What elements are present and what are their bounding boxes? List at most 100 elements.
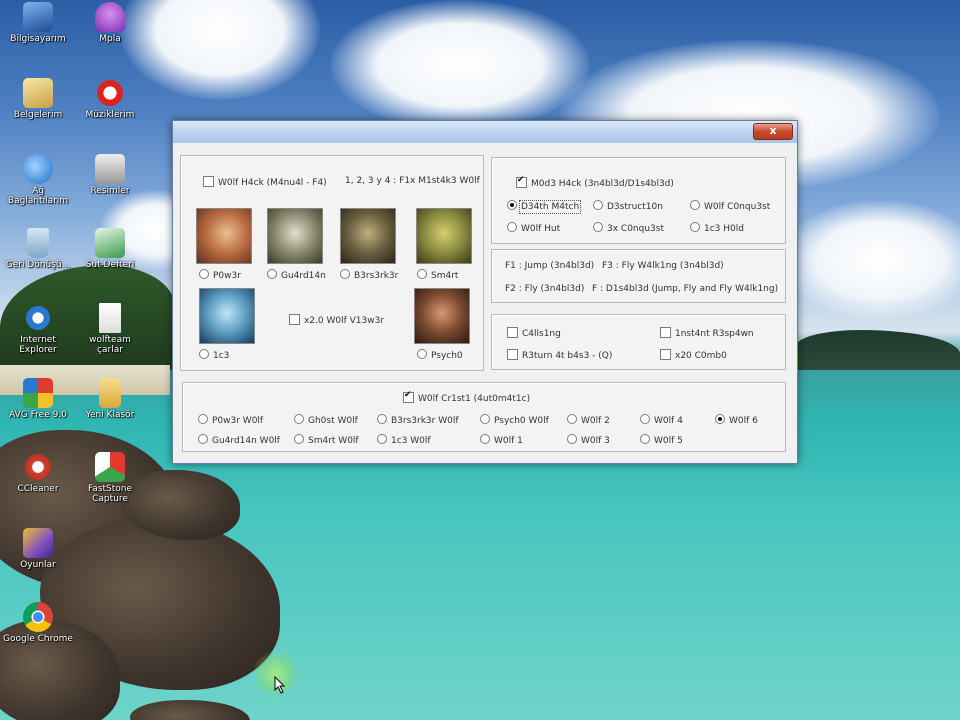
critical-ice-wolf-radio[interactable]: 1c3 W0lf [377, 434, 431, 446]
radio-dot[interactable] [480, 414, 490, 424]
critical-guardian-wolf-radio[interactable]: Gu4rd14n W0lf [198, 434, 280, 446]
critical-wolf-4-radio[interactable]: W0lf 4 [640, 414, 683, 426]
return-base-checkbox[interactable]: R3turn 4t b4s3 - (Q) [507, 349, 612, 361]
checkbox-box[interactable] [289, 314, 300, 325]
radio-dot[interactable] [377, 434, 387, 444]
radio-dot[interactable] [507, 200, 517, 210]
radio-dot[interactable] [567, 434, 577, 444]
mode-3x-conquest-radio[interactable]: 3x C0nqu3st [593, 222, 664, 234]
radio-dot[interactable] [199, 349, 209, 359]
desktop-icon-documents[interactable]: Belgelerim [3, 78, 73, 120]
mode-wolf-hut-radio[interactable]: W0lf Hut [507, 222, 560, 234]
close-button[interactable]: x [753, 123, 793, 140]
mode-death-match-radio[interactable]: D34th M4tch [507, 200, 582, 214]
instant-respawn-checkbox[interactable]: 1nst4nt R3sp4wn [660, 327, 754, 339]
desktop-icon-music[interactable]: Müziklerim [75, 78, 145, 120]
b3rs3rk3r-wolf-portrait[interactable] [340, 208, 396, 264]
b3rs3rk3r-radio[interactable]: B3rs3rk3r [340, 269, 398, 281]
radio-dot[interactable] [377, 414, 387, 424]
mode-destruction-radio[interactable]: D3struct10n [593, 200, 663, 212]
desktop-icon-faststone[interactable]: FastStone Capture [75, 452, 145, 504]
psych0-radio[interactable]: Psych0 [417, 349, 463, 361]
critical-ghost-wolf-radio[interactable]: Gh0st W0lf [294, 414, 358, 426]
gu4rd14n-wolf-portrait[interactable] [267, 208, 323, 264]
critical-power-wolf-radio[interactable]: P0w3r W0lf [198, 414, 263, 426]
sm4rt-radio[interactable]: Sm4rt [417, 269, 458, 281]
p0w3r-radio[interactable]: P0w3r [199, 269, 241, 281]
mode-hack-checkbox[interactable]: M0d3 H4ck (3n4bl3d/D1s4bl3d) [516, 175, 674, 189]
checkbox-box[interactable] [507, 327, 518, 338]
desktop-icon-notebook[interactable]: Sut Defteri [75, 228, 145, 270]
radio-dot[interactable] [294, 434, 304, 444]
desktop-icon-games[interactable]: Oyunlar [3, 528, 73, 570]
checkbox-box[interactable] [660, 327, 671, 338]
desktop-icon-label: CCleaner [17, 484, 59, 494]
mode-wolf-conquest-radio[interactable]: W0lf C0nqu3st [690, 200, 770, 212]
desktop-icon-chrome[interactable]: Google Chrome [3, 602, 73, 644]
desktop-icon-internet-explorer[interactable]: Internet Explorer [3, 303, 73, 355]
desktop-icon-avg[interactable]: AVG Free 9.0 [3, 378, 73, 420]
radio-dot[interactable] [567, 414, 577, 424]
radio-dot[interactable] [715, 414, 725, 424]
checkbox-box[interactable] [660, 349, 671, 360]
extra-label: C4lls1ng [522, 329, 561, 339]
desktop-icon-wolfteam-file[interactable]: wolfteam çarlar [75, 303, 145, 355]
critical-wolf-6-radio[interactable]: W0lf 6 [715, 414, 758, 426]
critical-wolf-3-radio[interactable]: W0lf 3 [567, 434, 610, 446]
desktop-icon-recycle-bin[interactable]: Geri Dönüşü... [3, 228, 73, 270]
sm4rt-wolf-portrait[interactable] [416, 208, 472, 264]
window-titlebar[interactable]: x [173, 121, 797, 143]
critical-option-label: W0lf 4 [654, 416, 683, 426]
mode-label: D3struct10n [607, 202, 663, 212]
radio-dot[interactable] [690, 222, 700, 232]
mouse-cursor-icon [274, 676, 286, 694]
x20-combo-checkbox[interactable]: x20 C0mb0 [660, 349, 727, 361]
radio-dot[interactable] [198, 414, 208, 424]
text-file-icon [99, 303, 121, 333]
checkbox-box[interactable] [403, 390, 414, 403]
desktop-icon-pictures[interactable]: Resimler [75, 154, 145, 196]
wolf-viewer-checkbox[interactable]: x2.0 W0lf V13w3r [289, 314, 384, 326]
radio-dot[interactable] [640, 414, 650, 424]
gu4rd14n-radio[interactable]: Gu4rd14n [267, 269, 326, 281]
1c3-radio[interactable]: 1c3 [199, 349, 229, 361]
wolf-critical-checkbox[interactable]: W0lf Cr1st1 (4ut0m4t1c) [403, 390, 530, 404]
desktop-icon-new-folder[interactable]: Yeni Klasör [75, 378, 145, 420]
radio-dot[interactable] [593, 200, 603, 210]
critical-psycho-wolf-radio[interactable]: Psych0 W0lf [480, 414, 549, 426]
desktop-icon-network[interactable]: Ağ Bağlantılarım [3, 154, 73, 206]
radio-dot[interactable] [593, 222, 603, 232]
checkbox-box[interactable] [516, 175, 527, 188]
radio-dot[interactable] [198, 434, 208, 444]
radio-dot[interactable] [417, 269, 427, 279]
radio-dot[interactable] [640, 434, 650, 444]
1c3-wolf-portrait[interactable] [199, 288, 255, 344]
mode-ice-hold-radio[interactable]: 1c3 H0ld [690, 222, 744, 234]
mode-label: 3x C0nqu3st [607, 224, 664, 234]
desktop-icon-ccleaner[interactable]: CCleaner [3, 452, 73, 494]
critical-berserker-wolf-radio[interactable]: B3rs3rk3r W0lf [377, 414, 459, 426]
radio-dot[interactable] [690, 200, 700, 210]
radio-dot[interactable] [340, 269, 350, 279]
desktop-icon-mpla[interactable]: Mpla [75, 2, 145, 44]
portrait-label: P0w3r [213, 271, 241, 281]
p0w3r-wolf-portrait[interactable] [196, 208, 252, 264]
radio-dot[interactable] [480, 434, 490, 444]
critical-wolf-5-radio[interactable]: W0lf 5 [640, 434, 683, 446]
avg-antivirus-icon [23, 378, 53, 408]
radio-dot[interactable] [417, 349, 427, 359]
radio-dot[interactable] [267, 269, 277, 279]
extra-label: 1nst4nt R3sp4wn [675, 329, 754, 339]
checkbox-box[interactable] [507, 349, 518, 360]
critical-smart-wolf-radio[interactable]: Sm4rt W0lf [294, 434, 359, 446]
checkbox-box[interactable] [203, 176, 214, 187]
calling-checkbox[interactable]: C4lls1ng [507, 327, 561, 339]
desktop-icon-computer[interactable]: Bilgisayarım [3, 2, 73, 44]
critical-wolf-1-radio[interactable]: W0lf 1 [480, 434, 523, 446]
radio-dot[interactable] [294, 414, 304, 424]
radio-dot[interactable] [507, 222, 517, 232]
wolf-hack-checkbox[interactable]: W0lf H4ck (M4nu4l - F4) [203, 176, 327, 188]
psych0-wolf-portrait[interactable] [414, 288, 470, 344]
critical-wolf-2-radio[interactable]: W0lf 2 [567, 414, 610, 426]
radio-dot[interactable] [199, 269, 209, 279]
